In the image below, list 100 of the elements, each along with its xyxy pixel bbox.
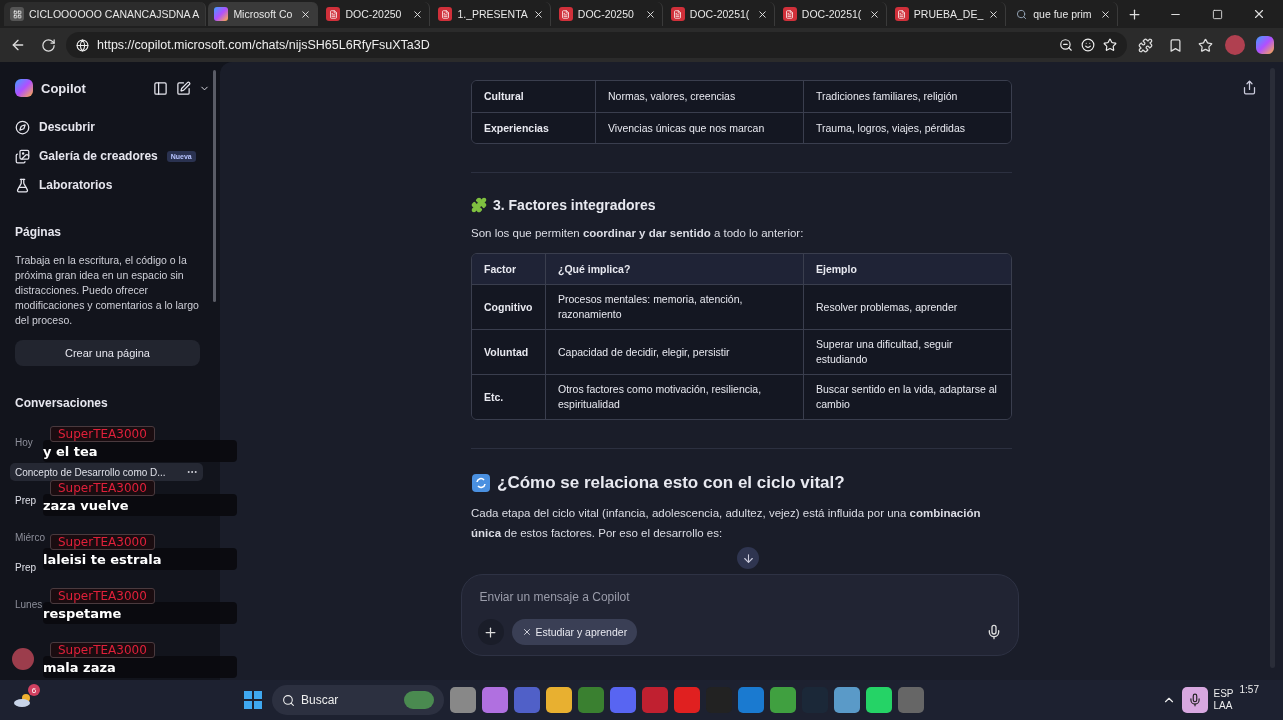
taskbar-app-icon[interactable] [482,687,508,713]
table-cell: Cultural [472,81,595,112]
copilot-logo-icon [15,79,33,97]
taskbar-app-icon[interactable] [610,687,636,713]
nav-label: Descubrir [39,120,96,134]
new-chat-icon[interactable] [176,80,191,96]
taskbar-app-icon[interactable] [546,687,572,713]
taskbar-app-icon[interactable] [834,687,860,713]
site-info-icon[interactable] [76,38,89,52]
compass-icon [15,119,30,135]
scroll-down-button[interactable] [737,547,759,569]
arrow-down-icon [741,551,755,565]
mode-chip[interactable]: Estudiar y aprender [511,619,638,645]
clock-time[interactable]: 1:57 [1239,684,1259,695]
search-icon [282,693,295,707]
close-icon[interactable] [868,8,880,20]
plus-icon [483,624,498,640]
conversation-item[interactable]: Concepto de Desarrollo como D... [10,463,203,481]
close-icon[interactable] [300,8,312,20]
pdf-file-icon [438,7,453,21]
close-icon [521,627,532,637]
create-page-button[interactable]: Crear una página [15,340,200,366]
reload-icon[interactable] [40,37,56,53]
taskbar-app-icon[interactable] [578,687,604,713]
taskbar-app-icon[interactable] [514,687,540,713]
sidebar-toggle-icon[interactable] [153,80,168,96]
images-icon [15,148,30,164]
browser-tab[interactable]: 1._PRESENTA [432,2,551,26]
flask-icon [15,177,30,193]
maximize-icon[interactable] [1211,8,1223,20]
table-cell: Normas, valores, creencias [595,81,803,112]
browser-tab[interactable]: DOC-20250 [320,2,431,26]
address-bar[interactable]: https://copilot.microsoft.com/chats/nijsSH65L6RfyFsuXTa3D [66,32,1127,58]
profile-avatar[interactable] [1225,35,1245,55]
taskbar-search[interactable]: Buscar [272,685,444,715]
conversation-item[interactable]: Prep [10,491,42,509]
bookmark-icon[interactable] [1167,37,1183,53]
table-cell: Otros factores como motivación, resiliencia, espiritualidad [545,374,803,419]
close-icon[interactable] [532,8,544,20]
chat-message: zaza vuelve [43,494,237,516]
browser-tab[interactable]: Microsoft Co [208,2,319,26]
browser-tab[interactable]: DOC-20251( [664,2,775,26]
browser-tab[interactable]: que fue prim [1008,2,1119,26]
user-avatar[interactable] [12,648,34,670]
chat-username: SuperTEA3000 [50,426,155,442]
copilot-logo-icon [214,7,229,21]
table-cell: Resolver problemas, aprender [803,284,1011,329]
close-icon[interactable] [756,8,768,20]
chat-username: SuperTEA3000 [50,480,155,496]
search-icon [1014,7,1029,21]
column-header: ¿Qué implica? [545,254,803,284]
app-title: Copilot [41,80,87,96]
table-cell: Etc. [472,374,545,419]
browser-tab[interactable]: DOC-20251( [776,2,887,26]
url-text: https://copilot.microsoft.com/chats/nijsSH65L6RfyFsuXTa3D [97,38,431,52]
new-tab-icon[interactable] [1126,6,1142,22]
table-cell: Capacidad de decidir, elegir, persistir [545,329,803,374]
add-button[interactable] [477,619,504,645]
face-icon[interactable] [1081,38,1095,52]
date-label: Miérco [15,530,45,545]
nav-label: Galería de creadores [39,149,158,163]
column-header: Factor [472,254,545,284]
nav-item[interactable]: Descubrir [15,113,210,141]
chat-username: SuperTEA3000 [50,642,155,658]
browser-tab[interactable]: DOC-20250 [552,2,663,26]
keyboard-layout-label[interactable]: LAA [1213,700,1234,712]
taskbar-app-icon[interactable] [866,687,892,713]
table-cell: Experiencias [472,112,595,143]
copilot-logo-icon[interactable] [1256,36,1274,54]
back-icon[interactable] [10,37,26,53]
close-icon[interactable] [988,8,1000,20]
heading-text: ¿Cómo se relaciona esto con el ciclo vital? [497,473,845,493]
close-icon[interactable] [644,8,656,20]
favorites-icon[interactable] [1197,37,1213,53]
conversation-item[interactable]: Prep [10,558,42,576]
language-label[interactable]: ESP [1213,688,1234,700]
paragraph: Cada etapa del ciclo vital (infancia, adolescencia, adultez, vejez) está influida por una combinación única de estos factores. Por eso el desarrollo es: [471,506,982,541]
zoom-out-icon[interactable] [1059,38,1073,52]
nav-item[interactable]: Laboratorios [15,171,210,199]
section-heading: Páginas [15,225,63,239]
taskbar-app-icon[interactable] [674,687,700,713]
date-label: Lunes [15,597,43,612]
taskbar-app-icon[interactable] [738,687,764,713]
browser-tab[interactable]: PRUEBA_DE_ [888,2,1007,26]
section-heading: Conversaciones [15,396,109,410]
taskbar-app-icon[interactable] [450,687,476,713]
extensions-icon[interactable] [1137,37,1153,53]
tab-group-chip[interactable]: CICLOOOOOO CANANCAJSDNA A [4,2,207,26]
puzzle-icon [471,197,487,213]
close-icon[interactable] [1100,8,1112,20]
column-header: Ejemplo [803,254,1011,284]
close-icon[interactable] [412,8,424,20]
close-icon[interactable] [1252,7,1266,21]
message-input[interactable]: Enviar un mensaje a Copilot [477,589,1002,605]
taskbar-app-icon[interactable] [770,687,796,713]
microphone-icon[interactable] [1181,687,1208,713]
share-icon[interactable] [1242,80,1257,95]
favorite-star-icon[interactable] [1103,38,1117,52]
chat-message: mala zaza [43,656,237,678]
taskbar-app-icon[interactable] [642,687,668,713]
